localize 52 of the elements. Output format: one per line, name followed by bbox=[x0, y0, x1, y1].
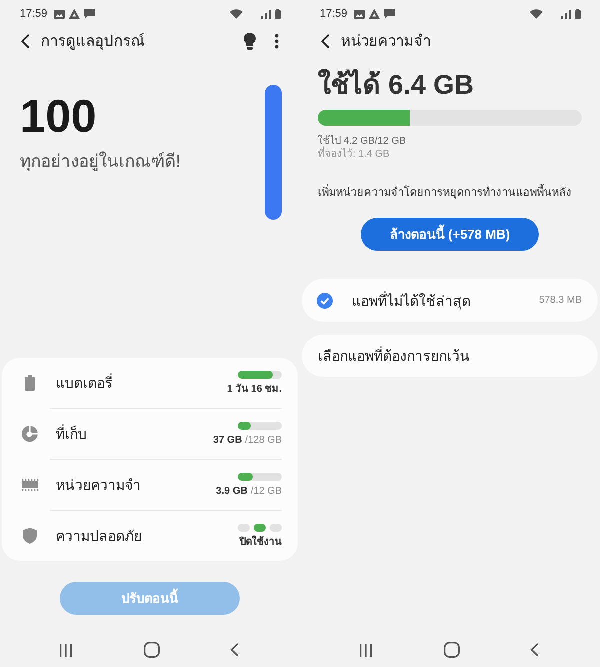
back-icon[interactable] bbox=[530, 643, 539, 657]
wifi-icon bbox=[530, 9, 543, 19]
item-label[interactable]: ที่เก็บ bbox=[56, 423, 214, 445]
checkbox-icon[interactable] bbox=[317, 292, 333, 308]
exclude-apps-button[interactable]: เลือกแอพที่ต้องการยกเว้น bbox=[302, 335, 598, 377]
screen-title: การดูแลอุปกรณ์ bbox=[41, 32, 146, 52]
item-total: /128 GB bbox=[245, 434, 282, 446]
status-time: 17:59 bbox=[320, 8, 348, 20]
image-icon bbox=[54, 10, 65, 18]
lightbulb-icon[interactable] bbox=[244, 32, 256, 50]
recent-apps-icon[interactable] bbox=[59, 644, 73, 656]
score-value: 100 bbox=[20, 91, 98, 141]
used-memory: ใช้ไป 4.2 GB/12 GB bbox=[318, 135, 406, 147]
status-message: ทุกอย่างอยู่ในเกณฑ์ดี! bbox=[20, 150, 181, 174]
chat-bubble-icon bbox=[384, 9, 395, 19]
item-value: ปิดใช้งาน bbox=[240, 536, 282, 548]
available-memory: ใช้ได้ 6.4 GB bbox=[318, 68, 476, 102]
battery-icon bbox=[275, 9, 281, 19]
more-icon[interactable] bbox=[275, 34, 279, 48]
signal-icon bbox=[561, 10, 571, 18]
item-value: 37 GB bbox=[213, 434, 242, 446]
shield-icon bbox=[23, 528, 37, 544]
reserved-memory: ที่จองไว้: 1.4 GB bbox=[318, 148, 390, 161]
triangle-icon bbox=[68, 9, 80, 19]
option-card[interactable]: แอพที่ไม่ได้ใช้ล่าสุด 578.3 MB bbox=[302, 279, 598, 322]
image-icon bbox=[354, 10, 365, 18]
battery-icon bbox=[25, 375, 35, 391]
home-icon[interactable] bbox=[144, 642, 160, 658]
option-size: 578.3 MB bbox=[539, 295, 582, 306]
item-label[interactable]: แบตเตอรี่ bbox=[56, 372, 228, 394]
back-icon[interactable] bbox=[321, 34, 330, 48]
wifi-icon bbox=[230, 9, 243, 19]
battery-icon bbox=[575, 9, 581, 19]
item-total: /12 GB bbox=[250, 486, 282, 498]
item-label[interactable]: หน่วยความจำ bbox=[56, 474, 216, 496]
back-icon[interactable] bbox=[21, 34, 30, 48]
clean-now-button[interactable]: ล้างตอนนี้ (+578 MB) bbox=[361, 218, 539, 251]
status-time: 17:59 bbox=[20, 8, 48, 20]
chip-icon bbox=[21, 479, 39, 491]
signal-icon bbox=[261, 10, 271, 18]
item-value: 1 วัน 16 ชม. bbox=[227, 384, 282, 396]
item-value: 3.9 GB bbox=[216, 486, 248, 498]
description: เพิ่มหน่วยความจำโดยการหยุดการทำงานแอพพื้นหลัง bbox=[318, 183, 572, 201]
triangle-icon bbox=[368, 9, 380, 19]
option-label: แอพที่ไม่ได้ใช้ล่าสุด bbox=[352, 290, 472, 312]
recent-apps-icon[interactable] bbox=[359, 644, 373, 656]
item-label[interactable]: ความปลอดภัย bbox=[56, 525, 238, 547]
screen-title: หน่วยความจำ bbox=[341, 32, 432, 52]
chat-bubble-icon bbox=[84, 9, 95, 19]
pie-chart-icon bbox=[22, 426, 38, 442]
back-icon[interactable] bbox=[230, 643, 239, 657]
home-icon[interactable] bbox=[444, 642, 460, 658]
